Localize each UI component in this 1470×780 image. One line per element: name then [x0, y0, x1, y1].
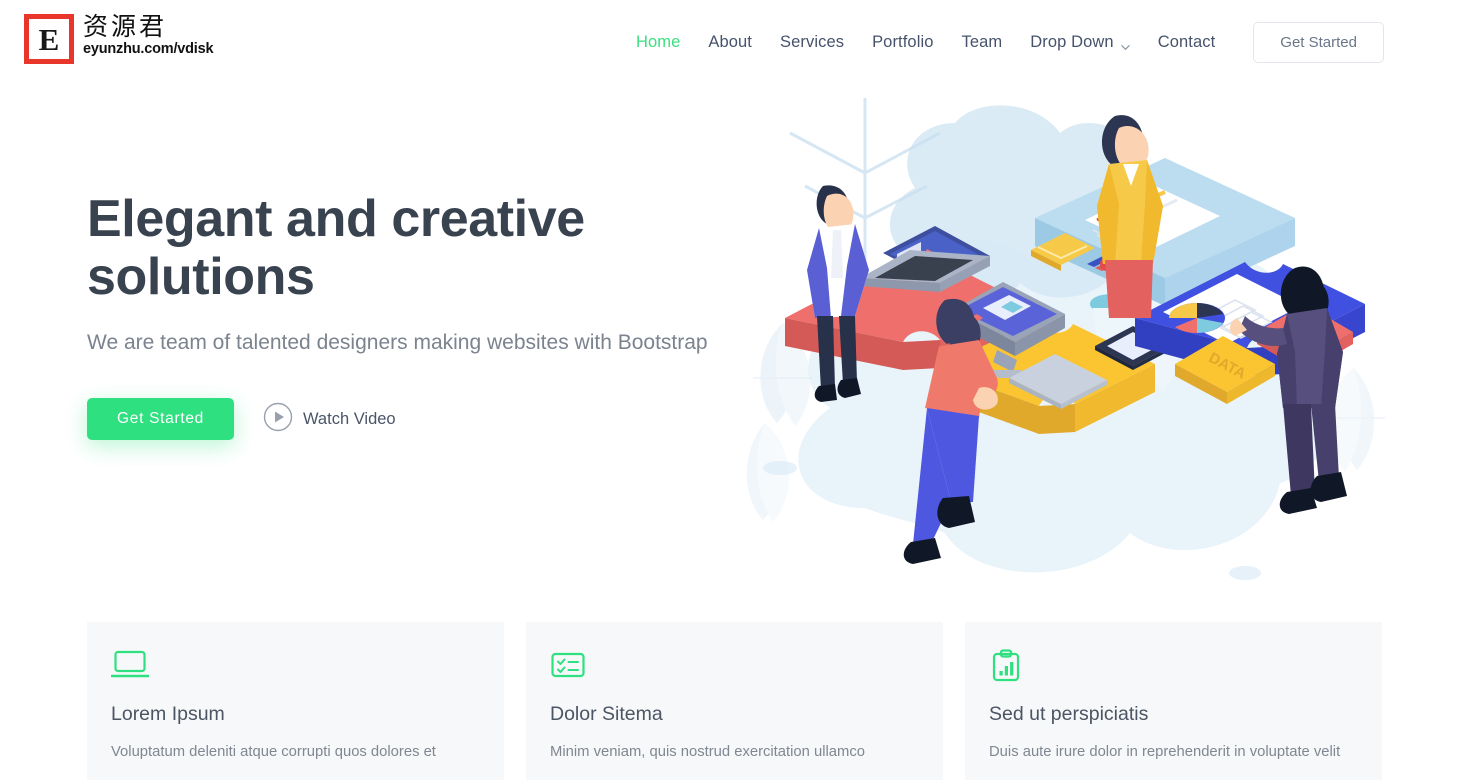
nav-item-label: Team	[961, 32, 1003, 51]
nav-item-drop-down[interactable]: Drop Down	[1016, 33, 1143, 52]
nav-item-label: Portfolio	[872, 32, 934, 51]
ellipse-decoration-2	[1229, 566, 1261, 580]
feature-card[interactable]: Lorem Ipsum Voluptatum deleniti atque co…	[87, 622, 504, 780]
nav-item-team[interactable]: Team	[948, 33, 1017, 52]
hero-text-block: Elegant and creative solutions We are te…	[87, 190, 747, 441]
nav-item-label: Home	[635, 32, 681, 51]
hero-actions: Get Started Watch Video	[87, 398, 747, 441]
logo-url: eyunzhu.com/vdisk	[83, 41, 214, 58]
ellipse-decoration	[763, 461, 797, 475]
nav-item-about[interactable]: About	[694, 33, 766, 52]
play-circle-icon	[263, 402, 293, 437]
watch-video-link[interactable]: Watch Video	[263, 402, 396, 437]
nav-item-portfolio[interactable]: Portfolio	[858, 33, 947, 52]
feature-card-title: Dolor Sitema	[550, 703, 663, 725]
isometric-teamwork-puzzle-illustration: DATA DATA	[746, 98, 1385, 580]
feature-card-title: Sed ut perspiciatis	[989, 703, 1149, 725]
feature-card[interactable]: Sed ut perspiciatis Duis aute irure dolo…	[965, 622, 1382, 780]
nav-item-label: About	[708, 32, 752, 51]
nav-item-services[interactable]: Services	[766, 33, 858, 52]
site-header: E 资源君 eyunzhu.com/vdisk Home About Servi…	[0, 0, 1470, 84]
nav-item-label: Contact	[1157, 32, 1216, 51]
feature-card-text: Duis aute irure dolor in reprehenderit i…	[989, 744, 1341, 760]
hero-title: Elegant and creative solutions	[87, 190, 585, 307]
feature-card-text: Minim veniam, quis nostrud exercitation …	[550, 744, 865, 760]
logo-letter: E	[29, 19, 69, 59]
feature-card[interactable]: Dolor Sitema Minim veniam, quis nostrud …	[526, 622, 943, 780]
nav-item-home[interactable]: Home	[622, 33, 694, 52]
nav-item-label: Services	[780, 32, 845, 51]
feature-card-text: Voluptatum deleniti atque corrupti quos …	[111, 744, 436, 760]
logo-chinese-name: 资源君	[83, 12, 168, 41]
site-logo[interactable]: E 资源君 eyunzhu.com/vdisk	[24, 12, 214, 64]
main-navigation: Home About Services Portfolio Team Drop …	[622, 0, 1384, 84]
hero-illustration: DATA DATA	[735, 78, 1395, 623]
bar-chart-clipboard-icon	[989, 649, 1358, 691]
checklist-icon	[550, 649, 919, 691]
watch-video-label: Watch Video	[302, 409, 396, 428]
hero-subtitle: We are team of talented designers making…	[87, 331, 708, 355]
header-get-started-button[interactable]: Get Started	[1253, 21, 1384, 63]
feature-card-title: Lorem Ipsum	[111, 703, 225, 725]
hero-get-started-button[interactable]: Get Started	[87, 398, 234, 441]
feature-cards: Lorem Ipsum Voluptatum deleniti atque co…	[87, 622, 1383, 780]
logo-mark-icon: E	[24, 14, 74, 64]
laptop-icon	[110, 649, 480, 691]
nav-item-label: Drop Down	[1030, 32, 1114, 51]
nav-item-contact[interactable]: Contact	[1144, 33, 1230, 52]
logo-text-block: 资源君 eyunzhu.com/vdisk	[83, 12, 214, 59]
chevron-down-icon	[1120, 38, 1130, 50]
